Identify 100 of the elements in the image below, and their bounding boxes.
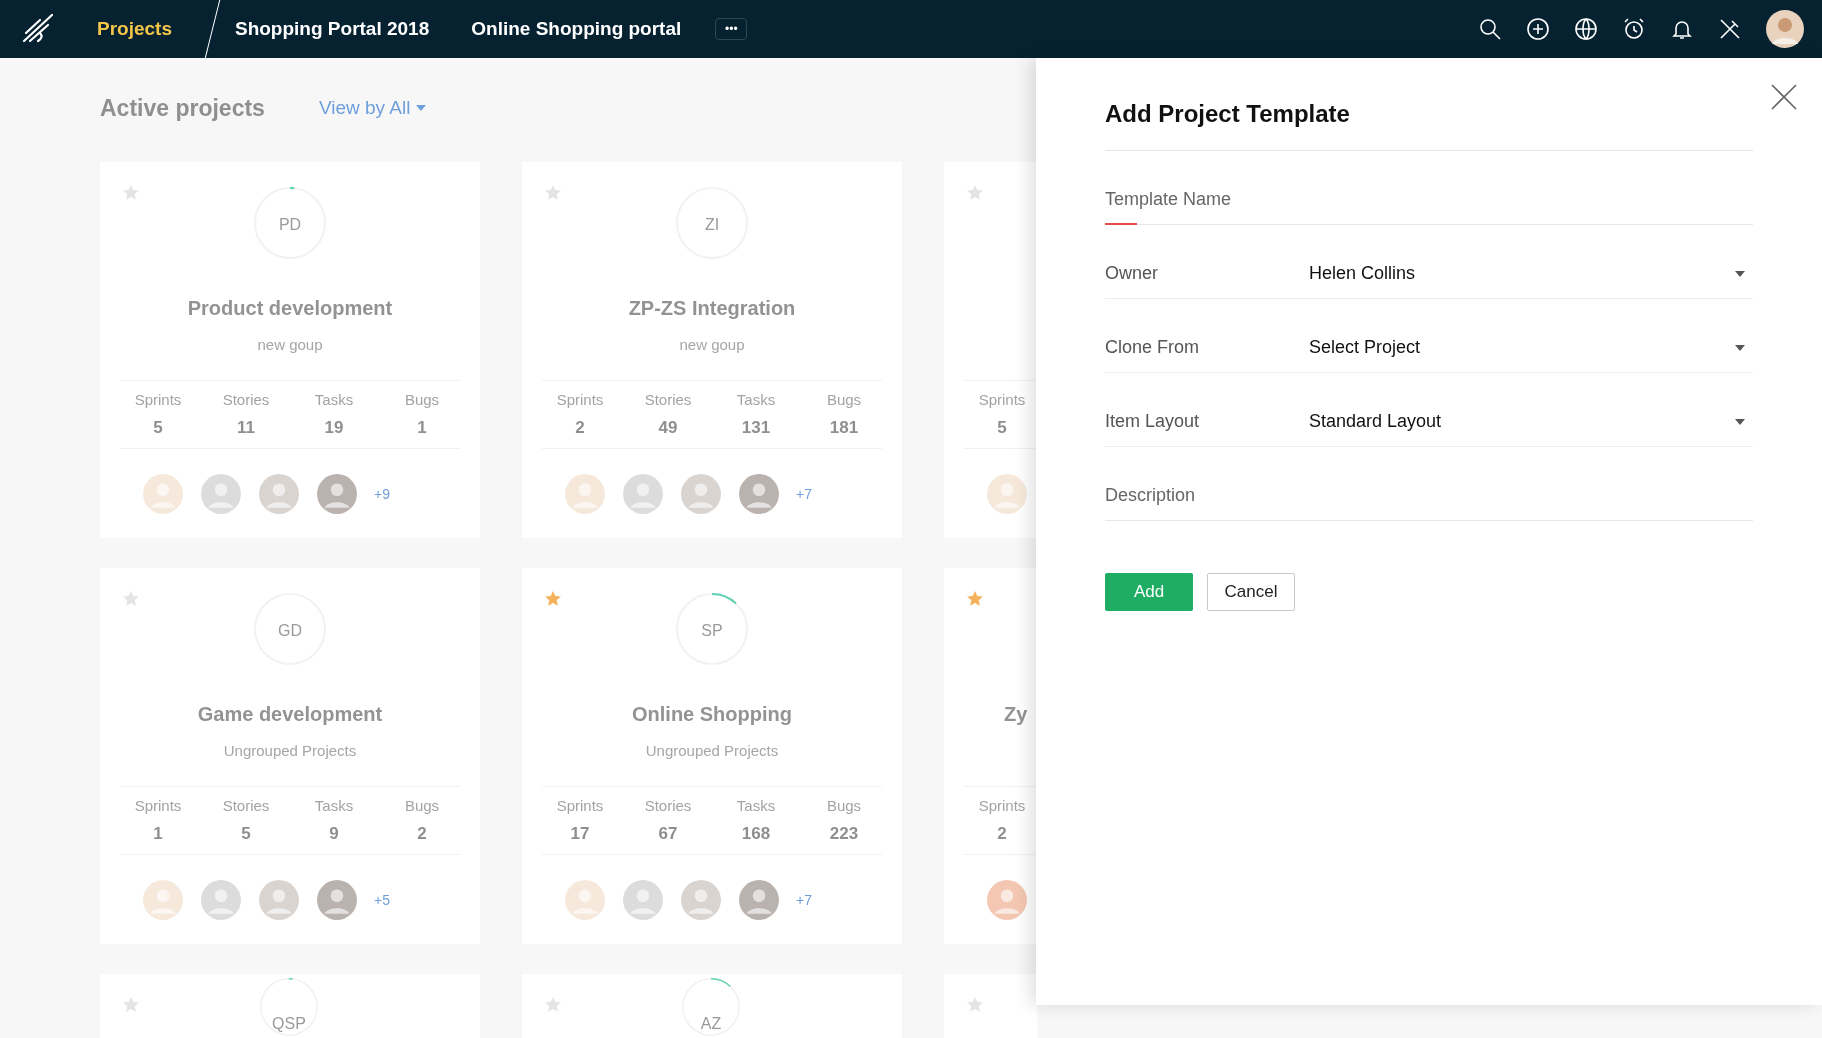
stat-value: 17: [570, 822, 590, 845]
star-icon[interactable]: [966, 184, 984, 202]
field-label: Owner: [1105, 262, 1159, 285]
stat-value: 5: [997, 416, 1007, 439]
avatar-icon[interactable]: [1766, 10, 1804, 48]
progress-ring: [254, 187, 326, 259]
star-icon[interactable]: [966, 996, 984, 1014]
stat-value: 2: [575, 416, 585, 439]
project-card[interactable]: QSP: [100, 974, 480, 1038]
select-dropdown[interactable]: Standard Layout: [1309, 408, 1753, 435]
dialog-title: Add Project Template: [1105, 58, 1753, 151]
stat-value: 131: [741, 416, 771, 439]
select-dropdown[interactable]: Helen Collins: [1309, 260, 1753, 287]
stat-label: Sprints: [978, 390, 1026, 410]
stat-value: 2: [997, 822, 1007, 845]
project-card[interactable]: Zy Sprints 2: [944, 568, 1037, 944]
more-members-count: +7: [796, 484, 812, 504]
star-icon[interactable]: [966, 590, 984, 608]
caret-icon: [1735, 418, 1745, 425]
stat-value: 67: [658, 822, 678, 845]
stat-value: 5: [153, 416, 163, 439]
star-icon[interactable]: [544, 590, 562, 608]
plus-circle-icon[interactable]: [1526, 17, 1550, 41]
project-card[interactable]: AZ: [522, 974, 902, 1038]
project-card[interactable]: PD Product development new goup Sprints 5 Stories 11 Tasks 19 Bugs 1 +9: [100, 162, 480, 538]
stat-label: Tasks: [736, 390, 776, 410]
globe-icon[interactable]: [1574, 17, 1598, 41]
star-icon[interactable]: [544, 184, 562, 202]
section-title[interactable]: Projects: [97, 14, 172, 44]
caret-icon: [1735, 270, 1745, 277]
stat-label: Stories: [644, 796, 692, 816]
stat-label: Sprints: [556, 390, 604, 410]
project-group: Ungrouped Projects: [522, 740, 902, 763]
project-name: Zy: [1004, 702, 1028, 727]
stat-value: 2: [417, 822, 427, 845]
view-filter-dropdown[interactable]: View by All: [318, 93, 427, 123]
progress-ring: [682, 978, 740, 1036]
search-icon[interactable]: [1478, 17, 1502, 41]
stat-value: 223: [829, 822, 859, 845]
stat-label: Bugs: [826, 390, 862, 410]
stat-label: Stories: [222, 796, 270, 816]
stat-label: Bugs: [404, 390, 440, 410]
add-button[interactable]: Add: [1105, 573, 1193, 611]
project-name: ZP-ZS Integration: [627, 296, 797, 321]
field-label: Item Layout: [1105, 410, 1201, 433]
project-initials: PD: [277, 215, 303, 235]
stat-label: Sprints: [978, 796, 1026, 816]
cancel-button[interactable]: Cancel: [1207, 573, 1295, 611]
project-name: Product development: [186, 296, 394, 321]
project-initials: AZ: [699, 1014, 723, 1034]
star-icon[interactable]: [122, 996, 140, 1014]
stat-label: Sprints: [134, 796, 182, 816]
progress-ring: [676, 593, 748, 665]
stat-value: 9: [329, 822, 339, 845]
stat-value: 19: [324, 416, 344, 439]
stat-label: Bugs: [826, 796, 862, 816]
stat-label: Sprints: [556, 796, 604, 816]
project-card[interactable]: ZI ZP-ZS Integration new goup Sprints 2 Stories 49 Tasks 131 Bugs 181 +7: [522, 162, 902, 538]
alarm-clock-icon[interactable]: [1622, 17, 1646, 41]
project-group: new goup: [100, 334, 480, 357]
project-name: Online Shopping: [631, 702, 793, 727]
project-tab[interactable]: Online Shopping portal: [471, 14, 682, 44]
select-dropdown[interactable]: Select Project: [1309, 334, 1753, 361]
stat-value: 1: [417, 416, 427, 439]
project-initials: GD: [277, 621, 303, 641]
stat-value: 5: [241, 822, 251, 845]
project-group: Ungrouped Projects: [100, 740, 480, 763]
stat-label: Tasks: [314, 390, 354, 410]
project-card[interactable]: Sprints 5: [944, 162, 1037, 538]
project-initials: ZI: [703, 215, 721, 235]
progress-ring: [260, 978, 318, 1036]
tools-icon[interactable]: [1718, 17, 1742, 41]
project-initials: SP: [700, 621, 724, 641]
more-members-count: +9: [374, 484, 390, 504]
stat-label: Tasks: [736, 796, 776, 816]
close-icon[interactable]: [1769, 82, 1799, 112]
project-tab[interactable]: Shopping Portal 2018: [235, 14, 430, 44]
project-card[interactable]: GD Game development Ungrouped Projects Sprints 1 Stories 5 Tasks 9 Bugs 2 +5: [100, 568, 480, 944]
description-field[interactable]: Description: [1105, 471, 1753, 521]
caret-icon: [416, 105, 427, 111]
stat-label: Tasks: [314, 796, 354, 816]
template-name-field[interactable]: Template Name: [1105, 175, 1753, 225]
stat-label: Stories: [644, 390, 692, 410]
project-name: Game development: [196, 702, 384, 727]
star-icon[interactable]: [122, 590, 140, 608]
more-button[interactable]: •••: [715, 18, 748, 40]
project-group: new goup: [522, 334, 902, 357]
stat-value: 11: [237, 416, 255, 439]
stat-value: 181: [829, 416, 859, 439]
page-title: Active projects: [100, 93, 265, 123]
star-icon[interactable]: [544, 996, 562, 1014]
star-icon[interactable]: [122, 184, 140, 202]
more-members-count: +5: [374, 890, 390, 910]
project-card[interactable]: SP Online Shopping Ungrouped Projects Sprints 17 Stories 67 Tasks 168 Bugs 223 +7: [522, 568, 902, 944]
stat-value: 1: [153, 822, 163, 845]
stat-value: 168: [741, 822, 771, 845]
more-members-count: +7: [796, 890, 812, 910]
stat-label: Sprints: [134, 390, 182, 410]
caret-icon: [1735, 344, 1745, 351]
field-label: Clone From: [1105, 336, 1201, 359]
